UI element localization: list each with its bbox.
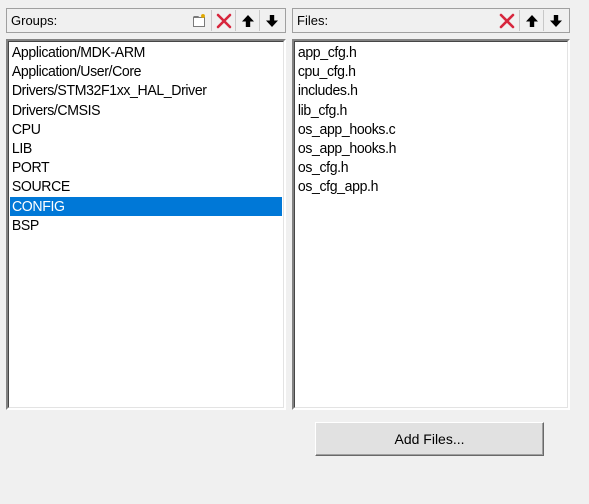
add-files-button[interactable]: Add Files... (315, 422, 544, 456)
move-down-icon (265, 14, 278, 27)
move-file-down-button[interactable] (543, 10, 567, 31)
group-item[interactable]: Drivers/CMSIS (10, 101, 266, 120)
groups-header: Groups: (6, 8, 286, 33)
move-file-up-button[interactable] (519, 10, 543, 31)
delete-file-button[interactable] (495, 10, 519, 31)
file-item[interactable]: os_app_hooks.h (296, 139, 550, 158)
move-up-icon (525, 14, 538, 27)
file-item[interactable]: lib_cfg.h (296, 101, 550, 120)
add-files-label: Add Files... (394, 431, 465, 447)
group-item[interactable]: Application/MDK-ARM (10, 43, 266, 62)
groups-panel: Groups: Application/MDK-ARM Application/… (6, 8, 286, 410)
files-toolbar (495, 10, 567, 31)
groups-list[interactable]: Application/MDK-ARM Application/User/Cor… (6, 39, 286, 410)
files-panel: Files: app_cfg.h cpu_cfg.h includes.h li… (292, 8, 570, 410)
delete-icon (216, 13, 231, 28)
files-header: Files: (292, 8, 570, 33)
group-item[interactable]: Application/User/Core (10, 62, 266, 81)
file-item[interactable]: cpu_cfg.h (296, 62, 550, 81)
file-item[interactable]: os_cfg.h (296, 158, 550, 177)
file-item[interactable]: os_cfg_app.h (296, 177, 550, 196)
group-item[interactable]: BSP (10, 216, 266, 235)
move-group-down-button[interactable] (259, 10, 283, 31)
file-item[interactable]: app_cfg.h (296, 43, 550, 62)
move-down-icon (549, 14, 562, 27)
new-group-icon (193, 13, 205, 27)
group-item[interactable]: PORT (10, 158, 266, 177)
file-item[interactable]: includes.h (296, 81, 550, 100)
delete-group-button[interactable] (211, 10, 235, 31)
files-header-label: Files: (297, 13, 329, 28)
group-item[interactable]: Drivers/STM32F1xx_HAL_Driver (10, 81, 266, 100)
new-group-button[interactable] (187, 10, 211, 31)
delete-icon (499, 13, 515, 28)
groups-header-label: Groups: (11, 13, 58, 28)
group-item-selected[interactable]: CONFIG (10, 196, 282, 216)
group-item[interactable]: CPU (10, 120, 266, 139)
files-list[interactable]: app_cfg.h cpu_cfg.h includes.h lib_cfg.h… (292, 39, 570, 410)
file-item[interactable]: os_app_hooks.c (296, 120, 550, 139)
move-group-up-button[interactable] (235, 10, 259, 31)
group-item[interactable]: SOURCE (10, 177, 266, 196)
move-up-icon (241, 14, 254, 27)
groups-toolbar (187, 10, 283, 31)
group-item[interactable]: LIB (10, 139, 266, 158)
